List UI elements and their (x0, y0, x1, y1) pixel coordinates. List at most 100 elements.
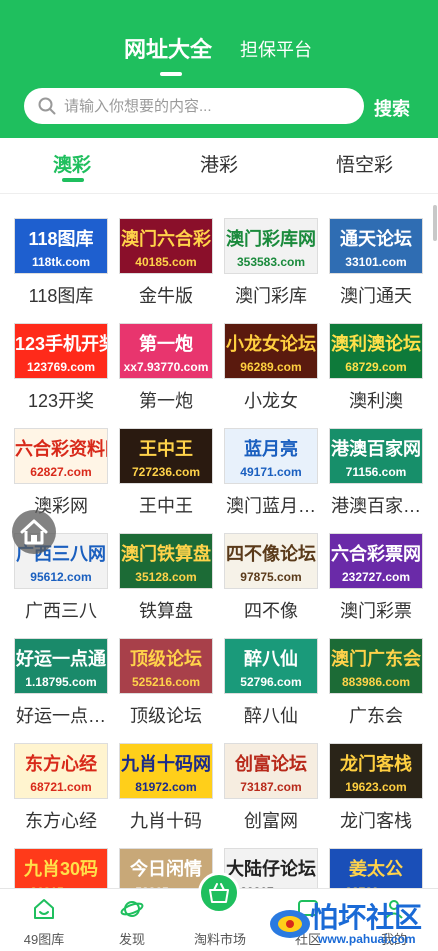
site-label: 醉八仙 (244, 706, 298, 726)
nav-label: 发现 (118, 932, 145, 947)
site-label: 好运一点… (16, 706, 106, 726)
site-thumbnail: 118图库 118tk.com (14, 218, 108, 274)
nav-label: 淘料市场 (193, 932, 246, 947)
thumbnail-title: 澳门彩库网 (226, 229, 316, 249)
site-label: 王中王 (139, 496, 193, 516)
home-gallery-icon (34, 899, 54, 919)
site-label: 123开奖 (27, 391, 95, 411)
tab-wukong-lottery[interactable]: 悟空彩 (336, 150, 393, 177)
thumbnail-title: 东方心经 (25, 754, 97, 774)
site-card[interactable]: 姜太公38729.com (321, 840, 425, 888)
site-card[interactable]: 澳门彩库网 353583.com 澳门彩库 (216, 210, 320, 310)
thumbnail-domain: 123769.com (26, 360, 96, 374)
thumbnail-title: 澳门六合彩 (121, 229, 211, 249)
market-center-button[interactable] (198, 872, 240, 914)
site-card[interactable]: 龙门客栈 19623.com 龙门客栈 (321, 735, 425, 835)
nav-gallery[interactable]: 49图库 (4, 889, 84, 951)
thumbnail-domain: 81972.com (135, 780, 197, 794)
site-card[interactable]: 九肖十码网 81972.com 九肖十码 (111, 735, 215, 835)
tab-guarantee-platform[interactable]: 担保平台 (240, 36, 312, 62)
site-card[interactable]: 澳门六合彩 40185.com 金牛版 (111, 210, 215, 310)
site-card[interactable]: 123手机开奖 123769.com 123开奖 (6, 315, 110, 415)
basket-icon (209, 883, 229, 903)
site-card[interactable]: 通天论坛 33101.com 澳门通天 (321, 210, 425, 310)
thumbnail-domain: 68721.com (30, 780, 92, 794)
thumbnail-domain: 71156.com (345, 465, 407, 479)
site-card[interactable]: 六合彩票网 232727.com 澳门彩票 (321, 525, 425, 625)
tab-url-directory[interactable]: 网址大全 (124, 32, 212, 64)
thumbnail-title: 四不像论坛 (226, 544, 316, 564)
site-label: 铁算盘 (139, 601, 193, 621)
thumbnail-title: 九肖30码 (23, 859, 99, 879)
tab-hk-lottery[interactable]: 港彩 (200, 150, 238, 177)
thumbnail-title: 118图库 (28, 229, 94, 249)
site-label: 澳门彩票 (340, 601, 412, 621)
thumbnail-title: 六合彩资料网 (15, 439, 107, 459)
tab-macau-lottery[interactable]: 澳彩 (53, 150, 91, 177)
site-label: 四不像 (244, 601, 298, 621)
search-bar[interactable] (24, 88, 364, 124)
site-card[interactable]: 118图库 118tk.com 118图库 (6, 210, 110, 310)
site-label: 龙门客栈 (340, 811, 412, 831)
category-tabs: 澳彩 港彩 悟空彩 (0, 138, 438, 194)
thumbnail-title: 六合彩票网 (331, 544, 421, 564)
site-thumbnail: 顶级论坛 525216.com (119, 638, 213, 694)
site-card[interactable]: 澳门铁算盘 35128.com 铁算盘 (111, 525, 215, 625)
site-thumbnail: 六合彩资料网 62827.com (14, 428, 108, 484)
search-icon (38, 97, 56, 115)
thumbnail-domain: 727236.com (131, 465, 201, 479)
active-tab-indicator (160, 72, 182, 76)
site-label: 金牛版 (139, 286, 193, 306)
site-thumbnail: 四不像论坛 97875.com (224, 533, 318, 589)
site-thumbnail: 九肖30码36915.com (14, 848, 108, 888)
thumbnail-title: 澳门铁算盘 (121, 544, 211, 564)
watermark-title: 怕坏社区 (310, 901, 423, 934)
site-thumbnail: 创富论坛 73187.com (224, 743, 318, 799)
search-button[interactable]: 搜索 (374, 95, 410, 121)
site-label: 澳门通天 (340, 286, 412, 306)
search-input[interactable] (64, 88, 354, 124)
site-card[interactable]: 创富论坛 73187.com 创富网 (216, 735, 320, 835)
nav-discover[interactable]: 发现 (92, 889, 172, 951)
site-card[interactable]: 六合彩资料网62827.com澳彩网 (6, 420, 110, 520)
site-label: 顶级论坛 (130, 706, 202, 726)
site-card[interactable]: 王中王 727236.com 王中王 (111, 420, 215, 520)
site-label: 118图库 (28, 286, 94, 306)
thumbnail-domain: 52796.com (240, 675, 302, 689)
site-card[interactable]: 第一炮 xx7.93770.com 第一炮 (111, 315, 215, 415)
site-label: 澳门蓝月… (226, 496, 316, 516)
thumbnail-domain: 525216.com (131, 675, 201, 689)
site-card[interactable]: 顶级论坛 525216.com 顶级论坛 (111, 630, 215, 730)
site-card[interactable]: 好运一点通 1.18795.com 好运一点… (6, 630, 110, 730)
site-thumbnail: 蓝月亮 49171.com (224, 428, 318, 484)
site-thumbnail: 六合彩票网 232727.com (329, 533, 423, 589)
thumbnail-domain: 19623.com (345, 780, 407, 794)
thumbnail-title: 大陆仔论坛 (226, 859, 316, 879)
site-label: 九肖十码 (130, 811, 202, 831)
home-float-button[interactable] (12, 510, 56, 554)
site-thumbnail: 123手机开奖 123769.com (14, 323, 108, 379)
site-thumbnail: 澳门铁算盘 35128.com (119, 533, 213, 589)
site-card[interactable]: 澳利澳论坛 68729.com 澳利澳 (321, 315, 425, 415)
site-card[interactable]: 今日闲情58265.com (111, 840, 215, 888)
site-thumbnail: 王中王 727236.com (119, 428, 213, 484)
site-card[interactable]: 港澳百家网 71156.com 港澳百家… (321, 420, 425, 520)
top-tabs: 网址大全 担保平台 (0, 32, 438, 82)
site-card[interactable]: 东方心经 68721.com 东方心经 (6, 735, 110, 835)
site-thumbnail: 今日闲情58265.com (119, 848, 213, 888)
thumbnail-domain: 35128.com (135, 570, 197, 584)
site-card[interactable]: 蓝月亮 49171.com 澳门蓝月… (216, 420, 320, 520)
site-card[interactable]: 醉八仙 52796.com 醉八仙 (216, 630, 320, 730)
site-card[interactable]: 九肖30码36915.com (6, 840, 110, 888)
site-card[interactable]: 小龙女论坛 96289.com 小龙女 (216, 315, 320, 415)
site-thumbnail: 好运一点通 1.18795.com (14, 638, 108, 694)
site-card[interactable]: 四不像论坛 97875.com 四不像 (216, 525, 320, 625)
site-card[interactable]: 澳门广东会 883986.com 广东会 (321, 630, 425, 730)
app-header: 网址大全 担保平台 搜索 (0, 0, 438, 138)
thumbnail-domain: 62827.com (30, 465, 92, 479)
site-thumbnail: 九肖十码网 81972.com (119, 743, 213, 799)
site-label: 澳利澳 (349, 391, 403, 411)
thumbnail-title: 龙门客栈 (340, 754, 412, 774)
thumbnail-title: 醉八仙 (244, 649, 298, 669)
thumbnail-title: 港澳百家网 (331, 439, 421, 459)
